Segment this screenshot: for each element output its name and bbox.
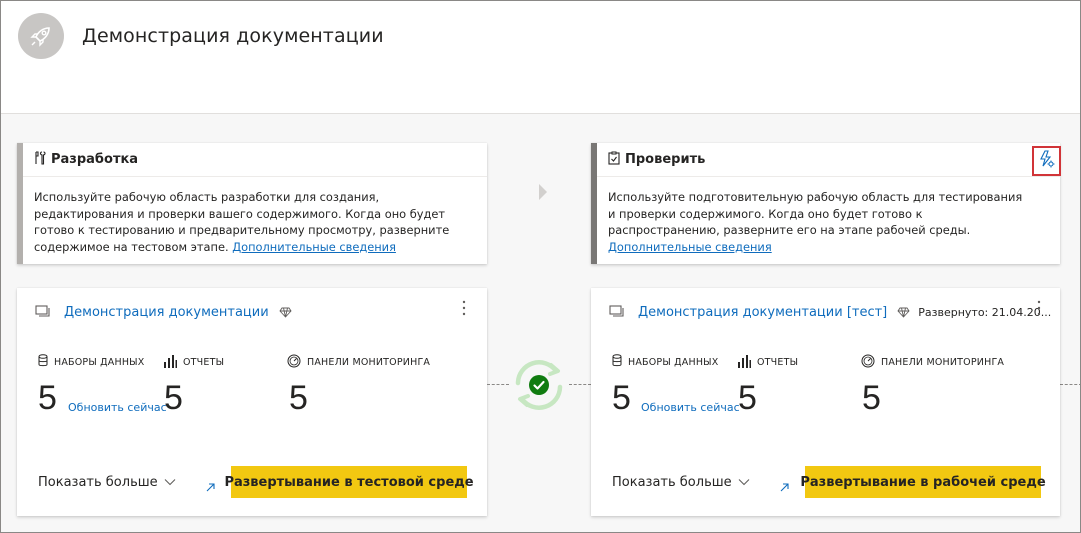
rocket-icon <box>18 13 64 59</box>
reports-count: 5 <box>164 379 183 417</box>
sync-check-icon[interactable] <box>510 357 568 413</box>
datasets-label: НАБОРЫ ДАННЫХ <box>38 354 144 370</box>
stage-header: Разработка <box>23 143 487 177</box>
datasets-label: НАБОРЫ ДАННЫХ <box>612 354 718 370</box>
show-more-toggle[interactable]: Показать больше <box>38 475 176 490</box>
database-icon <box>38 354 48 370</box>
gauge-icon <box>861 354 875 371</box>
pipeline-header: Демонстрация документации <box>1 1 1080 114</box>
connector-line <box>487 384 509 385</box>
datasets-count: 5 <box>612 379 631 417</box>
deployment-pipeline-window: Демонстрация документации Разработка Исп… <box>0 0 1081 533</box>
stage-arrow-icon <box>539 184 547 200</box>
reports-count: 5 <box>738 379 757 417</box>
deploy-to-production-button[interactable]: Развертывание в рабочей среде <box>800 466 1046 498</box>
stage-description: Используйте рабочую область разработки д… <box>34 190 450 254</box>
deployment-rules-icon <box>1039 150 1055 172</box>
show-more-toggle[interactable]: Показать больше <box>612 475 750 490</box>
more-options-icon[interactable] <box>1037 300 1041 316</box>
reports-label: ОТЧЕТЫ <box>737 354 798 371</box>
workspace-icon <box>609 303 625 322</box>
open-workspace-icon[interactable] <box>205 478 216 497</box>
datasets-count: 5 <box>38 379 57 417</box>
stage-header: Проверить <box>597 143 1060 177</box>
stage-name: Проверить <box>625 152 706 167</box>
workspace-card-development: Демонстрация документации НАБОРЫ ДАННЫХ … <box>17 288 487 516</box>
refresh-now-link[interactable]: Обновить сейчас <box>68 401 167 414</box>
stage-test: Проверить Используйте подготовительную р… <box>591 143 1060 264</box>
deploy-to-test-button[interactable]: Развертывание в тестовой среде <box>224 466 474 498</box>
learn-more-link[interactable]: Дополнительные сведения <box>608 240 772 254</box>
stage-name: Разработка <box>51 152 139 167</box>
dashboards-label: ПАНЕЛИ МОНИТОРИНГА <box>861 354 1004 371</box>
stage-description: Используйте подготовительную рабочую обл… <box>608 190 1023 254</box>
workspace-card-test: Демонстрация документации [тест] Разверн… <box>591 288 1060 516</box>
dashboards-count: 5 <box>289 379 308 417</box>
diamond-icon <box>279 303 292 322</box>
workspace-title-link[interactable]: Демонстрация документации <box>64 305 269 320</box>
deployed-timestamp: Развернуто: 21.04.20... <box>918 305 1052 319</box>
bar-chart-icon <box>163 354 177 371</box>
stage-development: Разработка Используйте рабочую область р… <box>17 143 487 264</box>
bar-chart-icon <box>737 354 751 371</box>
workspace-title-link[interactable]: Демонстрация документации [тест] <box>638 305 887 320</box>
learn-more-link[interactable]: Дополнительные сведения <box>232 240 396 254</box>
more-options-icon[interactable] <box>462 300 466 316</box>
tools-icon <box>34 150 46 169</box>
refresh-now-link[interactable]: Обновить сейчас <box>641 401 740 414</box>
dashboards-count: 5 <box>862 379 881 417</box>
workspace-icon <box>35 303 51 322</box>
clipboard-check-icon <box>608 150 620 169</box>
chevron-down-icon <box>164 475 176 490</box>
reports-label: ОТЧЕТЫ <box>163 354 224 371</box>
chevron-down-icon <box>738 475 750 490</box>
diamond-icon <box>897 303 910 322</box>
page-title: Демонстрация документации <box>82 25 384 47</box>
connector-line <box>1060 384 1080 385</box>
gauge-icon <box>287 354 301 371</box>
database-icon <box>612 354 622 370</box>
connector-line <box>569 384 591 385</box>
dashboards-label: ПАНЕЛИ МОНИТОРИНГА <box>287 354 430 371</box>
open-workspace-icon[interactable] <box>779 478 790 497</box>
deployment-rules-button[interactable] <box>1032 146 1061 176</box>
